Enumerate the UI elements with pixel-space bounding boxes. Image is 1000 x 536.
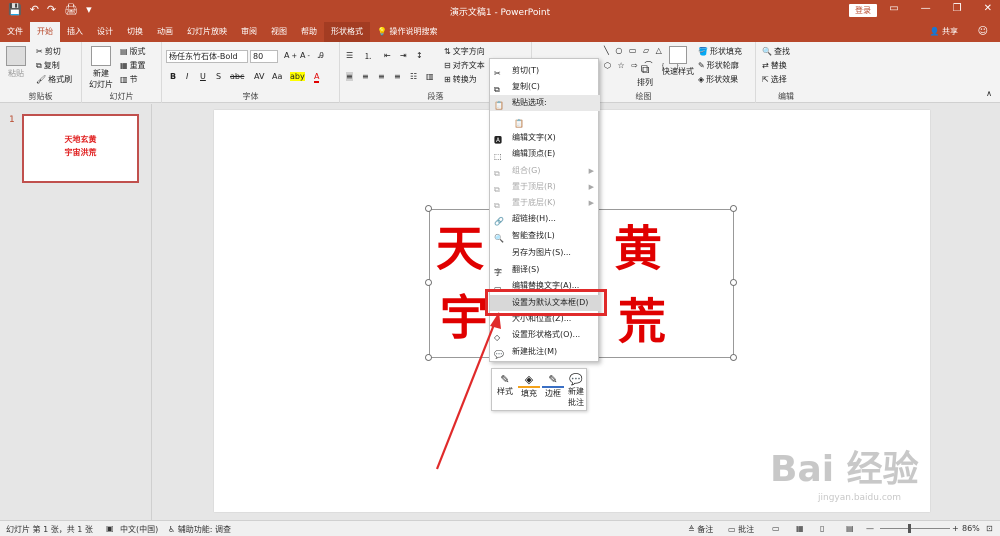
slide-sorter-icon[interactable]: ▦	[796, 524, 804, 533]
accessibility-status[interactable]: ♿ 辅助功能: 调查	[168, 524, 231, 535]
spellcheck-icon[interactable]: ▣	[106, 524, 114, 533]
comments-button[interactable]: ▭ 批注	[728, 524, 754, 535]
zoom-slider[interactable]	[880, 528, 950, 529]
comments-label: 批注	[738, 525, 755, 534]
style-icon: ✎	[500, 373, 510, 386]
zoom-slider-thumb[interactable]	[908, 524, 911, 533]
reading-view-icon[interactable]: ▯	[820, 524, 824, 533]
paint-bucket-icon: ◈	[518, 373, 540, 388]
pen-icon: ✎	[542, 373, 564, 388]
accessibility-icon: ♿	[168, 525, 176, 534]
zoom-out-icon[interactable]: —	[866, 524, 874, 533]
comment-icon: 💬	[569, 373, 583, 386]
slide-count-status: 幻灯片 第 1 张，共 1 张	[6, 525, 93, 534]
slideshow-icon[interactable]: ▤	[846, 524, 854, 533]
normal-view-icon[interactable]: ▭	[772, 524, 780, 533]
mini-outline-label: 边框	[545, 389, 561, 398]
mini-fill-label: 填充	[521, 389, 537, 398]
language-status[interactable]: 中文(中国)	[120, 524, 158, 535]
mini-comment-label: 新建 批注	[568, 387, 584, 407]
mini-fill-button[interactable]: ◈ 填充	[518, 373, 540, 399]
mini-toolbar: ✎ 样式 ◈ 填充 ✎ 边框 💬 新建 批注	[491, 368, 587, 411]
status-bar: 幻灯片 第 1 张，共 1 张 ▣ 中文(中国) ♿ 辅助功能: 调查 ≜ 备注…	[0, 520, 1000, 536]
mini-style-label: 样式	[497, 387, 513, 396]
notes-button[interactable]: ≜ 备注	[688, 524, 713, 535]
mini-style-button[interactable]: ✎ 样式	[494, 373, 516, 397]
notes-icon: ≜	[688, 525, 695, 534]
mini-outline-button[interactable]: ✎ 边框	[542, 373, 564, 399]
zoom-in-icon[interactable]: +	[952, 524, 959, 533]
accessibility-label: 辅助功能: 调查	[177, 525, 231, 534]
baidu-watermark: Bai 经验	[770, 449, 919, 490]
baidu-watermark-url: jingyan.baidu.com	[818, 493, 902, 503]
mini-comment-button[interactable]: 💬 新建 批注	[565, 373, 587, 408]
comment-icon: ▭	[728, 525, 736, 534]
zoom-level[interactable]: 86%	[962, 524, 980, 533]
notes-label: 备注	[697, 525, 714, 534]
fit-slide-icon[interactable]: ⊡	[986, 524, 993, 533]
